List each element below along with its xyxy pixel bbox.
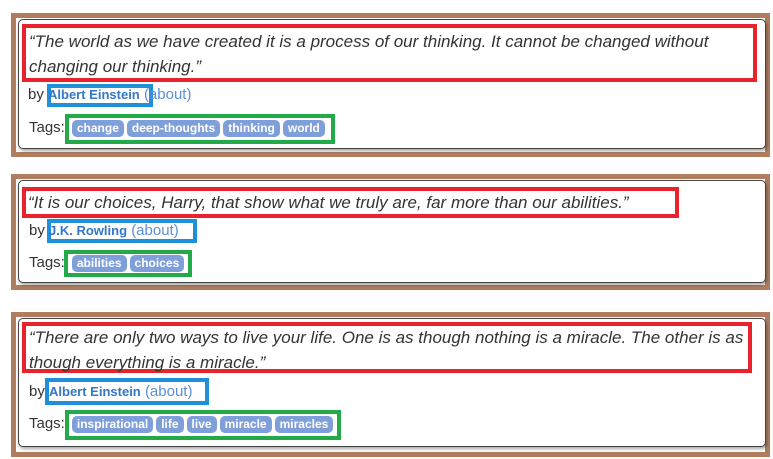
byline-1: by Albert Einstein (about) <box>28 85 191 105</box>
quote-text-1: “The world as we have created it is a pr… <box>29 32 709 76</box>
by-label-2: by <box>29 222 45 239</box>
quote-text-2: “It is our choices, Harry, that show wha… <box>28 193 629 212</box>
byline-2: by J.K. Rowling (about) <box>29 221 179 241</box>
about-link-2[interactable]: (about) <box>131 222 179 239</box>
tag-inspirational[interactable]: inspirational <box>71 415 154 433</box>
about-link-3[interactable]: (about) <box>145 383 193 400</box>
tag-thinking[interactable]: thinking <box>223 119 280 137</box>
tag-live[interactable]: live <box>186 415 217 433</box>
author-link-3[interactable]: Albert Einstein <box>49 384 141 399</box>
author-link-1[interactable]: Albert Einstein <box>48 87 140 102</box>
tags-row-2: Tags: abilities choices <box>29 253 187 273</box>
about-link-1[interactable]: (about) <box>144 86 192 103</box>
tags-label-1: Tags: <box>29 119 65 136</box>
tags-label-3: Tags: <box>29 415 65 432</box>
byline-3: by Albert Einstein (about) <box>29 382 192 402</box>
tags-label-2: Tags: <box>29 254 65 271</box>
tag-deep-thoughts[interactable]: deep-thoughts <box>126 119 221 137</box>
tag-life[interactable]: life <box>156 415 184 433</box>
tag-abilities[interactable]: abilities <box>71 254 127 272</box>
tag-choices[interactable]: choices <box>129 254 185 272</box>
quote-text-3: “There are only two ways to live your li… <box>29 328 744 372</box>
tag-change[interactable]: change <box>71 119 124 137</box>
tags-row-1: Tags: change deep-thoughts thinking worl… <box>29 118 328 138</box>
by-label-1: by <box>28 86 44 103</box>
by-label-3: by <box>29 383 45 400</box>
tag-miracle[interactable]: miracle <box>219 415 272 433</box>
tags-row-3: Tags: inspirational life live miracle mi… <box>29 414 336 434</box>
author-link-2[interactable]: J.K. Rowling <box>49 223 127 238</box>
tag-miracles[interactable]: miracles <box>274 415 334 433</box>
tag-world[interactable]: world <box>282 119 325 137</box>
